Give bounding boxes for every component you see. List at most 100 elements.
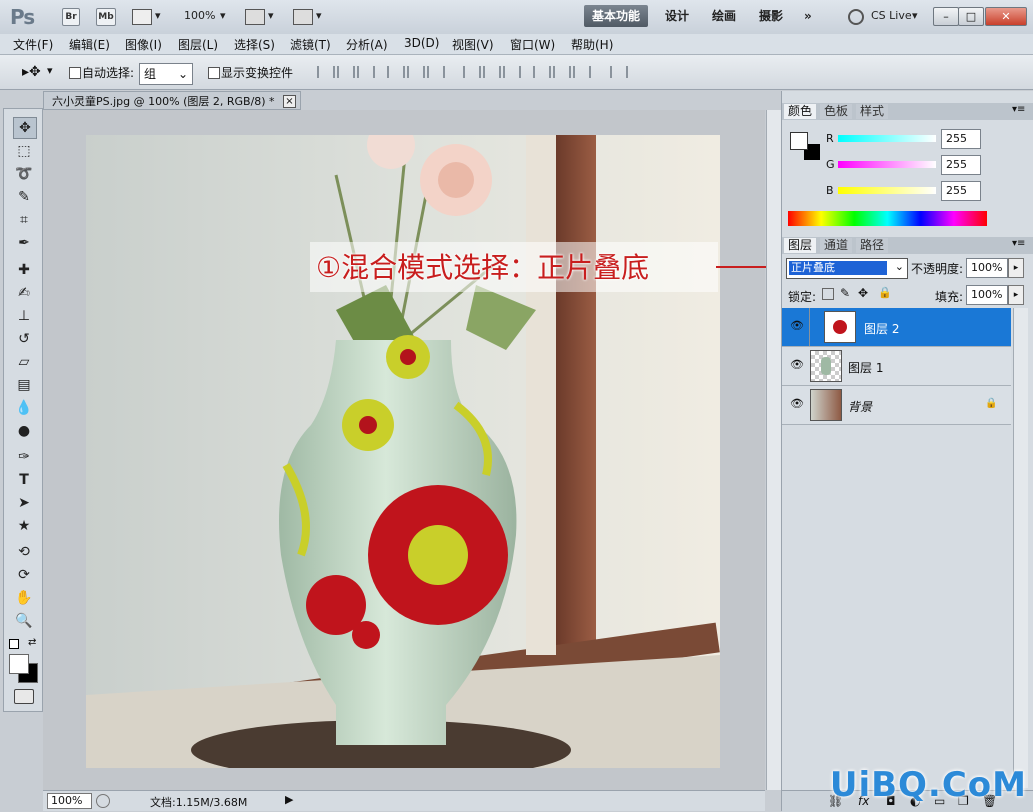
cs-live-button[interactable]: CS Live — [871, 9, 912, 22]
zoom-level[interactable]: 100% — [184, 9, 215, 22]
workspace-essentials[interactable]: 基本功能 — [584, 5, 649, 27]
quick-mask-icon[interactable] — [14, 689, 34, 704]
color-spectrum-ramp[interactable] — [788, 211, 987, 226]
workspace-photography[interactable]: 摄影 — [751, 5, 791, 27]
dodge-tool-icon[interactable]: ● — [13, 421, 35, 441]
layer-thumbnail[interactable] — [810, 350, 842, 382]
menu-analysis[interactable]: 分析(A) — [346, 36, 388, 53]
layer-thumbnail[interactable] — [810, 389, 842, 421]
chevron-down-icon[interactable]: ▾ — [47, 64, 53, 77]
blur-tool-icon[interactable]: 💧 — [13, 398, 35, 418]
menu-3d[interactable]: 3D(D) — [404, 36, 439, 50]
menu-image[interactable]: 图像(I) — [125, 36, 162, 53]
brush-tool-icon[interactable]: ✍ — [13, 283, 35, 303]
3d-orbit-tool-icon[interactable]: ⟳ — [13, 565, 35, 585]
visibility-eye-icon[interactable]: 👁 — [790, 320, 804, 331]
move-tool-preset-icon[interactable]: ▸✥ — [22, 64, 41, 80]
launch-bridge-button[interactable]: Br — [62, 8, 80, 26]
layer-row-layer1[interactable]: 👁 图层 1 — [782, 347, 1011, 386]
opacity-input[interactable]: 100% — [966, 258, 1008, 278]
align-right-icon[interactable] — [427, 66, 445, 78]
distribute-left-icon[interactable] — [533, 66, 551, 78]
marquee-tool-icon[interactable]: ⬚ — [13, 141, 35, 161]
chevron-down-icon[interactable]: ▾ — [220, 9, 226, 22]
close-document-icon[interactable]: × — [283, 95, 296, 108]
lock-transparent-icon[interactable] — [822, 288, 834, 300]
tab-swatches[interactable]: 色板 — [820, 104, 853, 119]
align-bottom-icon[interactable] — [357, 66, 375, 78]
zoom-tool-icon[interactable]: 🔍 — [13, 611, 35, 631]
lock-image-icon[interactable]: ✎ — [840, 286, 850, 300]
visibility-eye-icon[interactable]: 👁 — [790, 359, 804, 370]
distribute-hcenter-icon[interactable] — [553, 66, 571, 78]
layer-thumbnail[interactable] — [824, 311, 856, 343]
distribute-right-icon[interactable] — [573, 66, 591, 78]
fg-color-chip[interactable] — [790, 132, 808, 150]
layer-row-background[interactable]: 👁 背景 🔒 — [782, 386, 1011, 425]
quick-selection-tool-icon[interactable]: ✎ — [13, 187, 35, 207]
layer-row-layer2[interactable]: 👁 图层 2 — [782, 308, 1011, 347]
opacity-arrow-icon[interactable]: ▸ — [1008, 258, 1024, 278]
visibility-eye-icon[interactable]: 👁 — [790, 398, 804, 409]
workspace-painting[interactable]: 绘画 — [704, 5, 744, 27]
distribute-bottom-icon[interactable] — [503, 66, 521, 78]
clone-stamp-tool-icon[interactable]: ⊥ — [13, 306, 35, 326]
move-tool-icon[interactable]: ✥ — [13, 117, 37, 139]
channel-r-input[interactable]: 255 — [941, 129, 981, 149]
align-vertical-center-icon[interactable] — [337, 66, 355, 78]
crop-tool-icon[interactable]: ⌗ — [13, 210, 35, 230]
auto-select-checkbox[interactable] — [69, 67, 81, 79]
workspace-design[interactable]: 设计 — [657, 5, 697, 27]
close-window-button[interactable]: ✕ — [985, 7, 1027, 26]
more-workspaces-button[interactable]: » — [796, 5, 820, 27]
layer-name[interactable]: 背景 — [848, 398, 872, 415]
maximize-button[interactable]: □ — [958, 7, 984, 26]
swap-colors-icon[interactable]: ⇄ — [28, 637, 36, 648]
chevron-down-icon[interactable]: ▾ — [155, 9, 161, 22]
auto-align-layers-icon[interactable] — [610, 66, 628, 78]
default-colors-icon[interactable] — [9, 639, 19, 649]
distribute-top-icon[interactable] — [463, 66, 481, 78]
layer-name[interactable]: 图层 2 — [864, 320, 899, 337]
channel-g-slider[interactable] — [838, 161, 936, 168]
show-transform-checkbox[interactable] — [208, 67, 220, 79]
view-extras-icon[interactable] — [132, 9, 152, 25]
lock-position-icon[interactable]: ✥ — [858, 286, 868, 300]
channel-g-input[interactable]: 255 — [941, 155, 981, 175]
align-left-icon[interactable] — [387, 66, 405, 78]
distribute-center-icon[interactable] — [483, 66, 501, 78]
lock-all-icon[interactable]: 🔒 — [878, 286, 892, 299]
vertical-scrollbar[interactable] — [766, 110, 781, 790]
healing-brush-tool-icon[interactable]: ✚ — [13, 260, 35, 280]
status-menu-arrow-icon[interactable]: ▶ — [285, 793, 293, 806]
panel-menu-icon[interactable]: ▾≡ — [1012, 238, 1025, 249]
auto-select-target-select[interactable]: 组 ⌄ — [139, 63, 193, 85]
fill-input[interactable]: 100% — [966, 285, 1008, 305]
menu-file[interactable]: 文件(F) — [13, 36, 53, 53]
chevron-down-icon[interactable]: ▾ — [316, 9, 322, 22]
channel-b-input[interactable]: 255 — [941, 181, 981, 201]
eyedropper-tool-icon[interactable]: ✒ — [13, 233, 35, 253]
shape-tool-icon[interactable]: ★ — [13, 516, 35, 536]
document-tab[interactable]: 六小灵童PS.jpg @ 100% (图层 2, RGB/8) * × — [43, 91, 301, 110]
layers-scrollbar[interactable] — [1013, 308, 1028, 788]
layer-name[interactable]: 图层 1 — [848, 359, 883, 376]
eraser-tool-icon[interactable]: ▱ — [13, 352, 35, 372]
foreground-color-swatch[interactable] — [9, 654, 29, 674]
fill-arrow-icon[interactable]: ▸ — [1008, 285, 1024, 305]
chevron-down-icon[interactable]: ▾ — [912, 9, 918, 22]
menu-view[interactable]: 视图(V) — [452, 36, 494, 53]
gradient-tool-icon[interactable]: ▤ — [13, 375, 35, 395]
tab-channels[interactable]: 通道 — [820, 238, 853, 253]
tab-styles[interactable]: 样式 — [856, 104, 889, 119]
align-horizontal-center-icon[interactable] — [407, 66, 425, 78]
panel-menu-icon[interactable]: ▾≡ — [1012, 104, 1025, 115]
type-tool-icon[interactable]: T — [13, 470, 35, 490]
launch-minibridge-button[interactable]: Mb — [96, 8, 116, 26]
3d-rotate-tool-icon[interactable]: ⟲ — [13, 542, 35, 562]
menu-layer[interactable]: 图层(L) — [178, 36, 218, 53]
align-top-icon[interactable] — [317, 66, 335, 78]
status-zoom-field[interactable]: 100% — [47, 793, 92, 809]
minimize-button[interactable]: – — [933, 7, 959, 26]
channel-r-slider[interactable] — [838, 135, 936, 142]
